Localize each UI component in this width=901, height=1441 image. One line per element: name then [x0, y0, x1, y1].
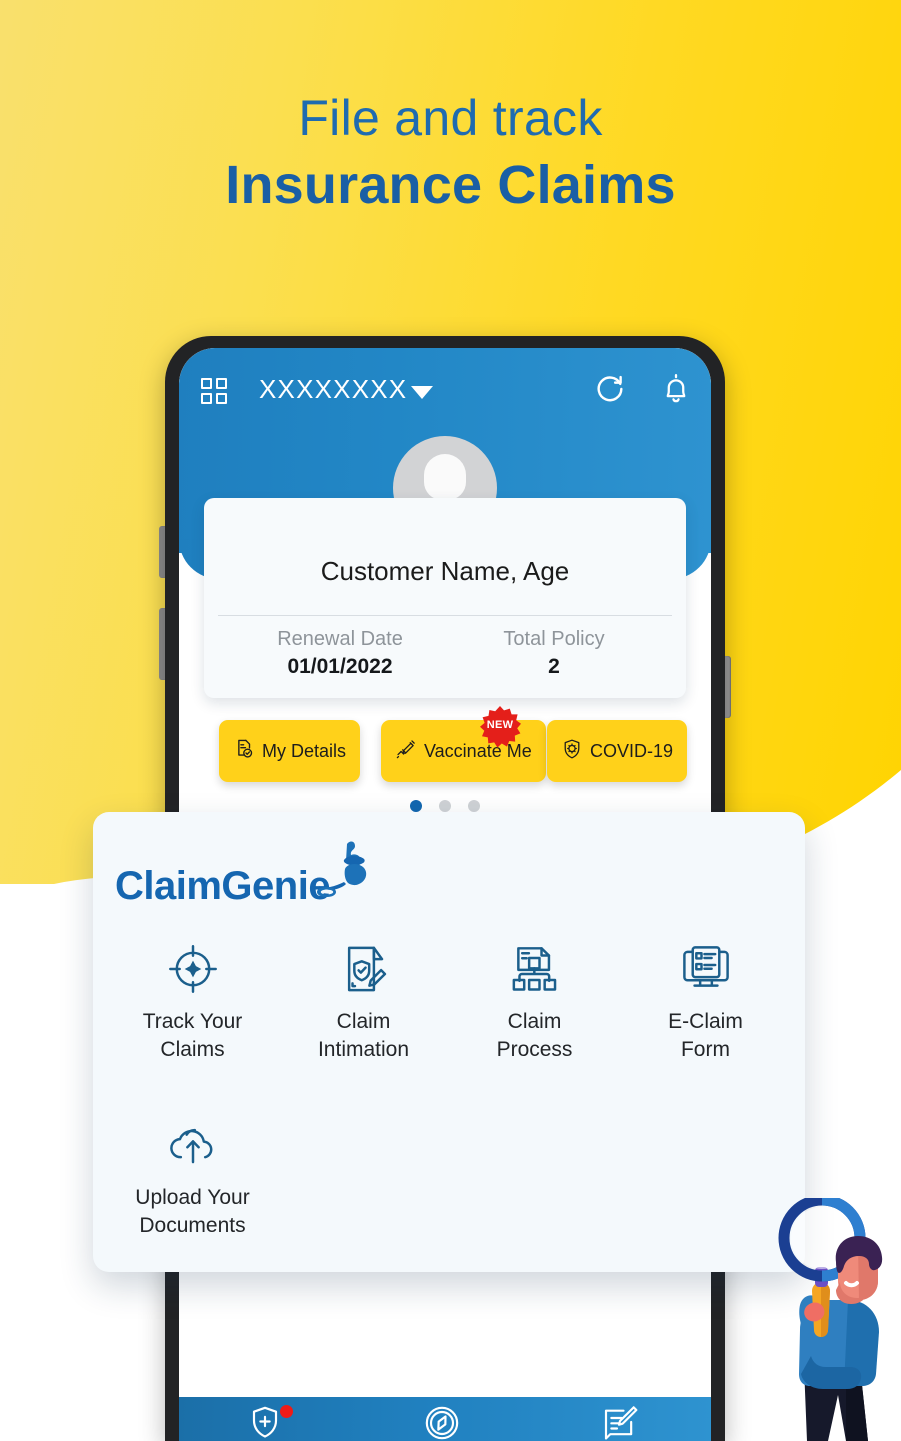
syringe-icon	[395, 738, 417, 765]
card-divider	[218, 615, 672, 616]
claimgenie-logo-text: ClaimGenie	[115, 864, 331, 908]
document-pencil-icon	[335, 940, 393, 998]
feature-track-your-claims[interactable]: Track Your Claims	[107, 934, 278, 1064]
profile-card: Customer Name, Age Renewal Date 01/01/20…	[204, 498, 686, 698]
chip-label: My Details	[262, 740, 347, 761]
carousel-pager[interactable]	[179, 800, 711, 812]
chip-label: COVID-19	[590, 740, 674, 761]
customer-name: Customer Name, Age	[320, 556, 570, 586]
policy-selector-label[interactable]: XXXXXXXX	[259, 374, 407, 405]
notification-dot	[279, 1405, 293, 1418]
quick-action-chips: My Details Vaccinate Me NEW COVID-19	[179, 706, 711, 790]
page-headline: File and track Insurance Claims	[0, 88, 901, 222]
feature-label: Upload Your Documents	[135, 1186, 250, 1237]
total-policy-label: Total Policy	[503, 628, 605, 650]
shield-virus-icon	[561, 738, 583, 765]
claimgenie-logo: ClaimGenie	[115, 836, 375, 922]
man-with-magnifying-glass-illustration	[752, 1194, 901, 1441]
renewal-date-stat: Renewal Date 01/01/2022	[240, 626, 440, 682]
pager-dot-2[interactable]	[439, 800, 451, 812]
claimgenie-panel: ClaimGenie Track Your Claims Claim Intim…	[93, 812, 805, 1272]
nav-item-shield-plus[interactable]	[245, 1403, 293, 1441]
pager-dot-3[interactable]	[468, 800, 480, 812]
pager-dot-1[interactable]	[410, 800, 422, 812]
page-root: File and track Insurance Claims XXXXXXXX	[0, 0, 901, 1441]
feature-e-claim-form[interactable]: E-Claim Form	[620, 934, 791, 1064]
cloud-upload-icon	[164, 1116, 222, 1174]
grid-menu-icon[interactable]	[201, 378, 229, 406]
chip-vaccinate-me[interactable]: Vaccinate Me	[381, 720, 546, 782]
feature-row-2: Upload Your Documents	[107, 1110, 791, 1240]
feature-label: Claim Process	[496, 1010, 573, 1061]
feature-label: Claim Intimation	[317, 1010, 410, 1061]
new-badge: NEW	[479, 706, 521, 748]
flowchart-document-icon	[506, 940, 564, 998]
feature-claim-process[interactable]: Claim Process	[449, 934, 620, 1064]
total-policy-value: 2	[548, 655, 560, 678]
feature-claim-intimation[interactable]: Claim Intimation	[278, 934, 449, 1064]
target-crosshair-icon	[164, 940, 222, 998]
nav-item-compass[interactable]	[422, 1403, 468, 1441]
nav-item-note-edit[interactable]	[599, 1403, 645, 1441]
refresh-icon[interactable]	[593, 372, 627, 406]
genie-lamp-icon	[303, 838, 375, 914]
chip-my-details[interactable]: My Details	[219, 720, 361, 782]
feature-label: Track Your Claims	[142, 1010, 243, 1061]
feature-label: E-Claim Form	[668, 1010, 743, 1061]
feature-upload-your-documents[interactable]: Upload Your Documents	[107, 1110, 278, 1240]
renewal-date-value: 01/01/2022	[287, 655, 393, 678]
headline-line-2: Insurance Claims	[225, 155, 676, 215]
chip-covid-19[interactable]: COVID-19	[547, 720, 688, 782]
renewal-date-label: Renewal Date	[277, 628, 403, 650]
app-bar-actions	[593, 372, 693, 406]
chevron-down-icon[interactable]	[411, 386, 433, 399]
bottom-navigation-bar	[179, 1397, 711, 1441]
new-badge-label: NEW	[486, 719, 514, 731]
total-policy-stat: Total Policy 2	[454, 626, 654, 682]
app-bar: XXXXXXXX	[179, 370, 711, 414]
feature-row-1: Track Your Claims Claim Intimation Claim…	[107, 934, 791, 1064]
monitor-list-icon	[677, 940, 735, 998]
document-check-icon	[233, 738, 255, 765]
feature-grid: Track Your Claims Claim Intimation Claim…	[107, 934, 791, 1240]
headline-line-1: File and track	[298, 90, 603, 146]
bell-icon[interactable]	[659, 372, 693, 406]
